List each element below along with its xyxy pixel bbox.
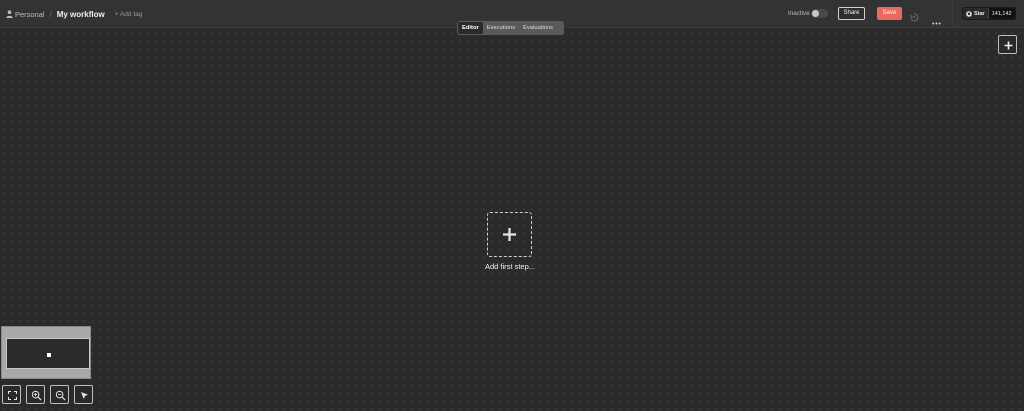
plus-icon <box>1004 41 1013 50</box>
plus-icon <box>503 228 516 241</box>
zoom-out-button[interactable] <box>50 385 69 404</box>
add-first-step-label: Add first step... <box>484 262 536 271</box>
active-toggle[interactable] <box>811 9 828 18</box>
cursor-tool-button[interactable] <box>74 385 93 404</box>
share-button[interactable]: Share <box>838 7 865 20</box>
github-star-label-area: Star <box>963 8 988 19</box>
add-tag-button[interactable]: + Add tag <box>115 11 143 18</box>
cursor-icon <box>81 392 88 399</box>
minimap-viewport[interactable] <box>6 338 90 369</box>
zoom-in-button[interactable] <box>26 385 45 404</box>
fit-view-button[interactable] <box>2 385 21 404</box>
project-link[interactable]: Personal <box>15 10 45 19</box>
github-star-label: Star <box>974 10 985 17</box>
add-node-button[interactable] <box>998 35 1017 54</box>
minimap[interactable] <box>1 326 91 379</box>
zoom-out-icon <box>55 390 66 401</box>
breadcrumb-separator: / <box>49 9 52 19</box>
person-icon <box>6 10 13 18</box>
save-button[interactable]: Save <box>877 7 902 20</box>
tab-evaluations[interactable]: Evaluations <box>519 22 557 34</box>
header-divider <box>952 0 953 28</box>
minimap-node <box>47 353 51 357</box>
more-icon[interactable] <box>932 12 941 25</box>
fit-view-icon <box>8 391 17 400</box>
status-label: Inactive <box>788 10 810 17</box>
github-icon <box>966 10 972 17</box>
toggle-knob <box>812 10 819 17</box>
github-star-button[interactable]: Star 141,142 <box>962 7 1016 20</box>
zoom-in-icon <box>31 390 42 401</box>
workflow-name[interactable]: My workflow <box>57 10 105 19</box>
add-first-step-button[interactable] <box>487 212 532 257</box>
breadcrumb: Personal / My workflow + Add tag <box>6 9 142 19</box>
history-icon[interactable] <box>910 9 919 22</box>
view-tabs: Editor Executions Evaluations <box>457 21 564 35</box>
tab-editor[interactable]: Editor <box>458 22 483 34</box>
github-star-count: 141,142 <box>987 8 1015 19</box>
tab-executions[interactable]: Executions <box>483 22 519 34</box>
